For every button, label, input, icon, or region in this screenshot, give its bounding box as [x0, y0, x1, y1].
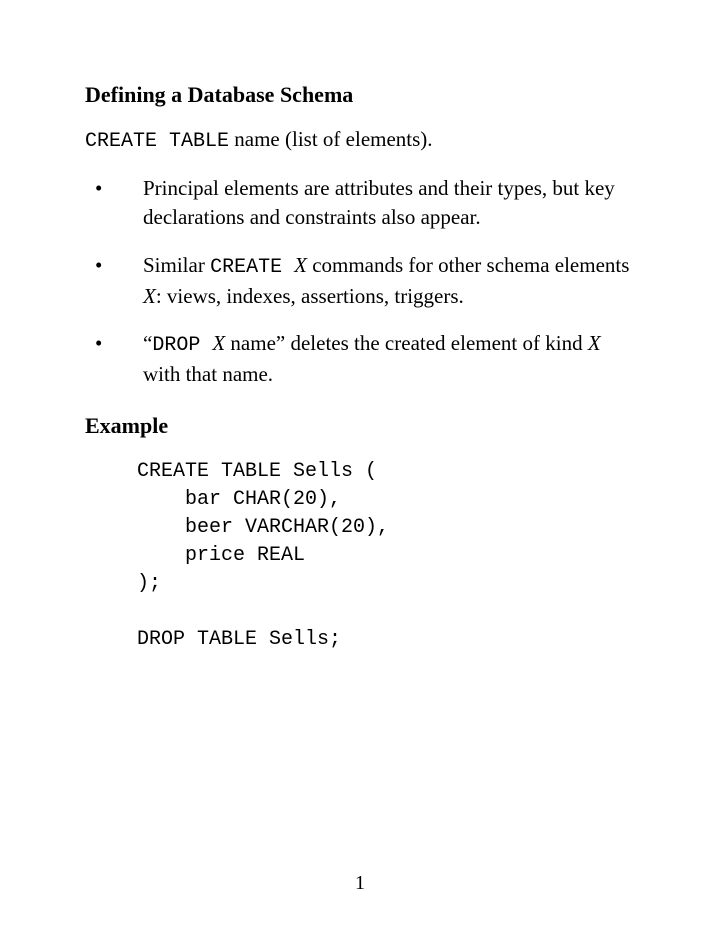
example-heading: Example	[85, 411, 635, 442]
bullet-icon: •	[95, 174, 102, 203]
bullet-content: Similar CREATE X commands for other sche…	[143, 253, 629, 308]
page-number: 1	[0, 869, 720, 897]
list-item: • Principal elements are attributes and …	[85, 174, 635, 233]
bullet-content: “DROP X name” deletes the created elemen…	[143, 331, 601, 386]
list-item: • “DROP X name” deletes the created elem…	[85, 329, 635, 389]
bullet-icon: •	[95, 251, 102, 280]
bullet-list: • Principal elements are attributes and …	[85, 174, 635, 390]
intro-text: name (list of elements).	[229, 127, 433, 151]
code-example: CREATE TABLE Sells ( bar CHAR(20), beer …	[137, 458, 635, 654]
bullet-icon: •	[95, 329, 102, 358]
create-table-keyword: CREATE TABLE	[85, 130, 229, 153]
section-heading: Defining a Database Schema	[85, 80, 635, 111]
intro-line: CREATE TABLE name (list of elements).	[85, 125, 635, 156]
bullet-content: Principal elements are attributes and th…	[143, 176, 615, 229]
list-item: • Similar CREATE X commands for other sc…	[85, 251, 635, 311]
